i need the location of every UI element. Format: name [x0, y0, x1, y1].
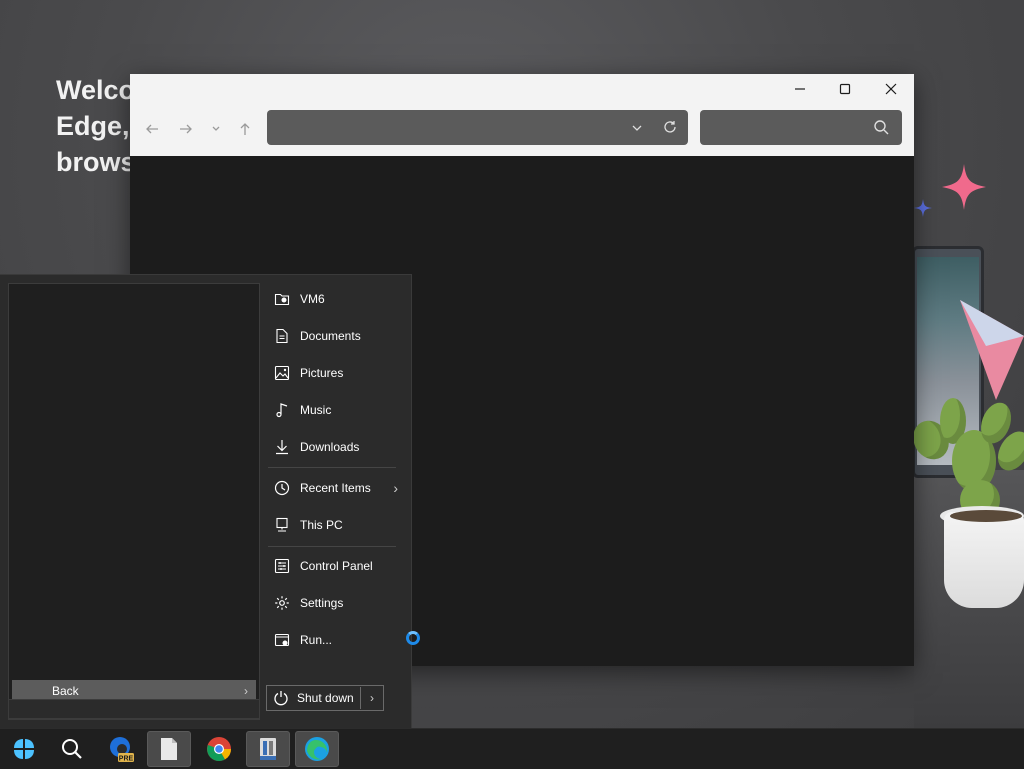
- back-button-label: Back: [52, 684, 79, 698]
- menu-separator: [268, 467, 396, 468]
- menu-item-label: Music: [300, 403, 332, 417]
- clock-icon: [272, 478, 292, 498]
- file-explorer-taskbar-button[interactable]: [147, 731, 191, 767]
- menu-item-downloads[interactable]: Downloads: [264, 431, 398, 463]
- arrow-right-icon: [180, 124, 192, 134]
- maximize-button[interactable]: [822, 74, 868, 104]
- edge-icon: [305, 737, 329, 761]
- gear-icon: [272, 593, 292, 613]
- start-button[interactable]: [2, 731, 46, 767]
- document-icon: [161, 738, 177, 760]
- loading-cursor-icon: [406, 631, 420, 645]
- refresh-icon[interactable]: [663, 120, 677, 134]
- chevron-right-icon: ›: [393, 480, 398, 496]
- menu-item-settings[interactable]: Settings: [264, 587, 398, 619]
- chrome-icon: [207, 737, 231, 762]
- chevron-down-icon[interactable]: [631, 122, 643, 134]
- menu-item-documents[interactable]: Documents: [264, 320, 398, 352]
- arrow-up-icon: [240, 123, 250, 135]
- maximize-icon: [839, 83, 851, 95]
- up-nav-button[interactable]: [233, 118, 257, 140]
- menu-item-label: Recent Items: [300, 481, 371, 495]
- computer-icon: [272, 515, 292, 535]
- back-nav-button[interactable]: [140, 118, 164, 140]
- search-icon: [874, 120, 889, 135]
- chevron-down-icon: [212, 126, 220, 131]
- edge-preview-taskbar-button[interactable]: PRE: [98, 731, 142, 767]
- menu-item-label: Downloads: [300, 440, 360, 454]
- shutdown-button[interactable]: Shut down ›: [266, 685, 384, 711]
- edge-preview-badge: PRE: [119, 756, 134, 763]
- address-bar[interactable]: [267, 110, 688, 145]
- music-note-icon: [272, 400, 292, 420]
- run-icon: [272, 630, 292, 650]
- menu-item-label: Documents: [300, 329, 361, 343]
- menu-item-music[interactable]: Music: [264, 394, 398, 426]
- shutdown-label: Shut down: [297, 691, 354, 705]
- flower-pot: [944, 512, 1024, 608]
- menu-separator: [268, 546, 396, 547]
- edge-preview-icon: PRE: [110, 737, 134, 763]
- menu-item-run[interactable]: Run...: [264, 624, 398, 656]
- user-folder-icon: [272, 289, 292, 309]
- windows-logo-icon: [14, 739, 34, 759]
- menu-item-label: Settings: [300, 596, 344, 610]
- close-icon: [885, 83, 897, 95]
- search-box[interactable]: [700, 110, 902, 145]
- chevron-right-icon: ›: [244, 684, 248, 698]
- minimize-button[interactable]: [777, 74, 823, 104]
- menu-item-this-pc[interactable]: This PC: [264, 509, 398, 541]
- programs-list: Back ›: [8, 283, 260, 720]
- minimize-icon: [795, 88, 805, 90]
- taskbar: PRE: [0, 728, 1024, 769]
- blue-sparkle-icon: [914, 199, 932, 217]
- control-panel-icon: [272, 556, 292, 576]
- recent-locations-button[interactable]: [204, 118, 228, 140]
- close-button[interactable]: [868, 74, 914, 104]
- programs-search-area: [8, 699, 260, 719]
- search-icon: [62, 739, 82, 759]
- menu-item-pictures[interactable]: Pictures: [264, 357, 398, 389]
- download-icon: [272, 437, 292, 457]
- menu-item-label: This PC: [300, 518, 343, 532]
- menu-item-label: Run...: [300, 633, 333, 647]
- explorer-titlebar: [130, 74, 914, 156]
- menu-item-label: Control Panel: [300, 559, 373, 573]
- document-icon: [272, 326, 292, 346]
- menu-item-vm6[interactable]: VM6: [264, 283, 398, 315]
- search-taskbar-button[interactable]: [50, 731, 94, 767]
- shutdown-options-chevron-icon[interactable]: ›: [361, 691, 383, 705]
- pot-soil: [950, 510, 1022, 522]
- menu-item-label: VM6: [300, 292, 325, 306]
- edge-taskbar-button[interactable]: [295, 731, 339, 767]
- menu-item-control-panel[interactable]: Control Panel: [264, 550, 398, 582]
- chrome-taskbar-button[interactable]: [197, 731, 241, 767]
- forward-nav-button[interactable]: [174, 118, 198, 140]
- picture-icon: [272, 363, 292, 383]
- power-icon: [273, 690, 293, 706]
- arrow-left-icon: [146, 124, 158, 134]
- paper-plane-illustration: [960, 300, 1024, 400]
- app-installer-taskbar-button[interactable]: [246, 731, 290, 767]
- menu-item-label: Pictures: [300, 366, 344, 380]
- pink-sparkle-icon: [942, 164, 986, 210]
- menu-item-recent-items[interactable]: Recent Items ›: [264, 472, 398, 504]
- app-installer-icon: [260, 738, 276, 760]
